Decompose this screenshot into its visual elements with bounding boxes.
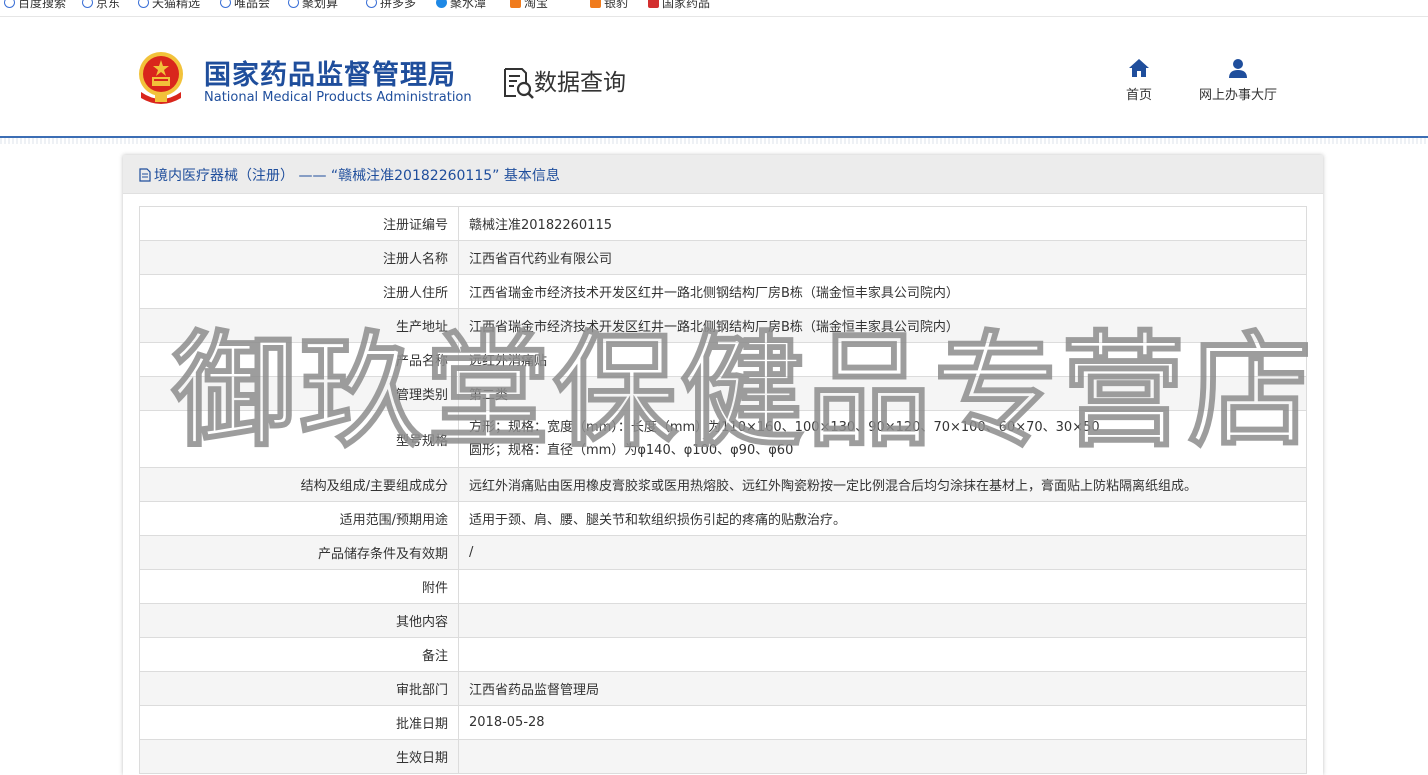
bookmark-yinbao[interactable]: 银豹 bbox=[590, 0, 628, 10]
row-value bbox=[458, 569, 1307, 604]
row-value: / bbox=[458, 535, 1307, 570]
globe-icon bbox=[220, 0, 231, 8]
bookmark-vip[interactable]: 唯品会 bbox=[220, 0, 270, 10]
table-row: 审批部门 江西省药品监督管理局 bbox=[139, 671, 1307, 706]
row-label: 注册证编号 bbox=[139, 206, 459, 241]
data-query-icon bbox=[504, 68, 534, 99]
row-label: 结构及组成/主要组成成分 bbox=[139, 467, 459, 502]
globe-icon bbox=[648, 0, 659, 8]
paw-icon bbox=[4, 0, 15, 8]
row-value: 江西省瑞金市经济技术开发区红井一路北侧钢结构厂房B栋（瑞金恒丰家具公司院内） bbox=[458, 274, 1307, 309]
row-label: 注册人名称 bbox=[139, 240, 459, 275]
row-label: 型号规格 bbox=[139, 410, 459, 468]
row-value: 江西省百代药业有限公司 bbox=[458, 240, 1307, 275]
row-value: 2018-05-28 bbox=[458, 705, 1307, 740]
row-value: 远红外消痛贴 bbox=[458, 342, 1307, 377]
row-value bbox=[458, 637, 1307, 672]
document-icon bbox=[139, 168, 151, 182]
globe-icon bbox=[436, 0, 447, 8]
bookmark-taobao[interactable]: 淘宝 bbox=[510, 0, 548, 10]
bookmark-baidu[interactable]: 百度搜索 bbox=[4, 0, 66, 10]
bookmark-jd[interactable]: 京东 bbox=[82, 0, 120, 10]
info-table: 注册证编号 赣械注准20182260115 注册人名称 江西省百代药业有限公司 注册… bbox=[139, 206, 1307, 774]
table-row: 备注 bbox=[139, 637, 1307, 672]
row-label: 管理类别 bbox=[139, 376, 459, 411]
spec-line-round: 圆形；规格：直径（mm）为φ140、φ100、φ90、φ60 bbox=[469, 443, 794, 458]
table-row: 管理类别 第二类 bbox=[139, 376, 1307, 411]
row-label: 备注 bbox=[139, 637, 459, 672]
table-row: 生产地址 江西省瑞金市经济技术开发区红井一路北侧钢结构厂房B栋（瑞金恒丰家具公司院… bbox=[139, 308, 1307, 343]
nav-home[interactable]: 首页 bbox=[1126, 58, 1152, 103]
table-row: 注册人住所 江西省瑞金市经济技术开发区红井一路北侧钢结构厂房B栋（瑞金恒丰家具公司… bbox=[139, 274, 1307, 309]
table-row: 适用范围/预期用途 适用于颈、肩、腰、腿关节和软组织损伤引起的疼痛的贴敷治疗。 bbox=[139, 501, 1307, 536]
table-row: 注册人名称 江西省百代药业有限公司 bbox=[139, 240, 1307, 275]
row-label: 生产地址 bbox=[139, 308, 459, 343]
national-emblem-logo[interactable] bbox=[135, 50, 187, 106]
row-value: 赣械注准20182260115 bbox=[458, 206, 1307, 241]
bookmark-ju[interactable]: 聚划算 bbox=[288, 0, 338, 10]
globe-icon bbox=[590, 0, 601, 8]
bookmark-pdd[interactable]: 拼多多 bbox=[366, 0, 416, 10]
row-value: 远红外消痛贴由医用橡皮膏胶浆或医用热熔胶、远红外陶瓷粉按一定比例混合后均匀涂抹在… bbox=[458, 467, 1307, 502]
row-value bbox=[458, 603, 1307, 638]
row-label: 批准日期 bbox=[139, 705, 459, 740]
row-label: 注册人住所 bbox=[139, 274, 459, 309]
header-stripe bbox=[0, 138, 1428, 144]
panel-title-text: 境内医疗器械（注册） —— “赣械注准20182260115” 基本信息 bbox=[154, 168, 560, 184]
globe-icon bbox=[510, 0, 521, 8]
bookmark-nmpa[interactable]: 国家药品 bbox=[648, 0, 710, 10]
row-label: 附件 bbox=[139, 569, 459, 604]
table-row: 批准日期 2018-05-28 bbox=[139, 705, 1307, 740]
row-value: 方形；规格：宽度（mm）：长度（mm）为110×160、100×130、90×1… bbox=[458, 410, 1307, 468]
row-value: 第二类 bbox=[458, 376, 1307, 411]
table-row: 产品储存条件及有效期 / bbox=[139, 535, 1307, 570]
table-row: 生效日期 bbox=[139, 739, 1307, 774]
table-row: 型号规格 方形；规格：宽度（mm）：长度（mm）为110×160、100×130、… bbox=[139, 410, 1307, 468]
data-query-label: 数据查询 bbox=[534, 70, 626, 96]
bookmarks-bar: 百度搜索 京东 天猫精选 唯品会 聚划算 拼多多 聚水潭 淘宝 银豹 国家药品 bbox=[0, 0, 1428, 17]
table-row: 附件 bbox=[139, 569, 1307, 604]
row-value bbox=[458, 739, 1307, 774]
row-label: 其他内容 bbox=[139, 603, 459, 638]
row-value: 江西省瑞金市经济技术开发区红井一路北侧钢结构厂房B栋（瑞金恒丰家具公司院内） bbox=[458, 308, 1307, 343]
row-label: 生效日期 bbox=[139, 739, 459, 774]
detail-panel: 境内医疗器械（注册） —— “赣械注准20182260115” 基本信息 注册证… bbox=[123, 155, 1323, 775]
row-value: 适用于颈、肩、腰、腿关节和软组织损伤引起的疼痛的贴敷治疗。 bbox=[458, 501, 1307, 536]
row-label: 产品储存条件及有效期 bbox=[139, 535, 459, 570]
nav-home-label: 首页 bbox=[1126, 88, 1153, 103]
table-row: 注册证编号 赣械注准20182260115 bbox=[139, 206, 1307, 241]
row-value: 江西省药品监督管理局 bbox=[458, 671, 1307, 706]
nav-online-hall-label: 网上办事大厅 bbox=[1199, 88, 1278, 103]
user-icon bbox=[1229, 59, 1247, 78]
table-row: 产品名称 远红外消痛贴 bbox=[139, 342, 1307, 377]
site-title[interactable]: 国家药品监督管理局 bbox=[204, 53, 456, 92]
spec-line-square: 方形；规格：宽度（mm）：长度（mm）为110×160、100×130、90×1… bbox=[469, 420, 1100, 435]
panel-header: 境内医疗器械（注册） —— “赣械注准20182260115” 基本信息 bbox=[123, 155, 1323, 194]
bookmark-jushuitan[interactable]: 聚水潭 bbox=[436, 0, 486, 10]
globe-icon bbox=[366, 0, 377, 8]
bookmark-tmall[interactable]: 天猫精选 bbox=[138, 0, 200, 10]
row-label: 产品名称 bbox=[139, 342, 459, 377]
row-label: 审批部门 bbox=[139, 671, 459, 706]
site-subtitle: National Medical Products Administration bbox=[204, 90, 472, 105]
globe-icon bbox=[82, 0, 93, 8]
table-row: 结构及组成/主要组成成分 远红外消痛贴由医用橡皮膏胶浆或医用热熔胶、远红外陶瓷粉按… bbox=[139, 467, 1307, 502]
home-icon bbox=[1129, 59, 1149, 77]
table-row: 其他内容 bbox=[139, 603, 1307, 638]
globe-icon bbox=[138, 0, 149, 8]
panel-title: 境内医疗器械（注册） —— “赣械注准20182260115” 基本信息 bbox=[139, 165, 560, 185]
nav-online-hall[interactable]: 网上办事大厅 bbox=[1199, 58, 1277, 103]
globe-icon bbox=[288, 0, 299, 8]
row-label: 适用范围/预期用途 bbox=[139, 501, 459, 536]
